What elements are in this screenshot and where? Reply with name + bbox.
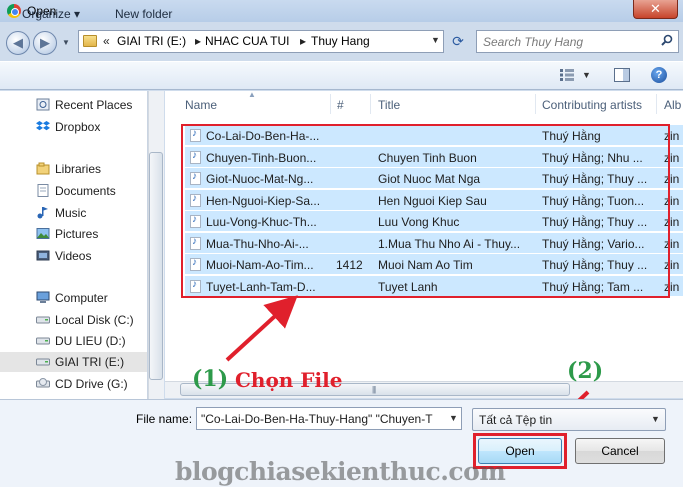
chevron-down-icon[interactable]: ▼ (651, 414, 660, 424)
watermark: blogchiasekienthuc.com (175, 457, 506, 486)
cancel-button[interactable]: Cancel (575, 438, 665, 464)
arrow-to-files (225, 295, 298, 362)
file-type-value: Tất cả Tệp tin (479, 413, 553, 427)
file-name-value[interactable]: "Co-Lai-Do-Ben-Ha-Thuy-Hang" "Chuyen-T (201, 412, 441, 426)
file-type-select[interactable]: Tất cả Tệp tin ▼ (472, 408, 666, 431)
chevron-down-icon[interactable]: ▼ (449, 413, 458, 423)
file-name-label: File name: (136, 412, 193, 426)
file-name-field[interactable]: "Co-Lai-Do-Ben-Ha-Thuy-Hang" "Chuyen-T ▼ (196, 407, 462, 430)
